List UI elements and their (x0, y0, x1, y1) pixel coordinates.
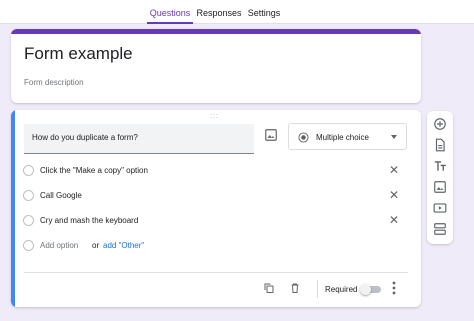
add-option-button[interactable]: Add option (40, 241, 78, 250)
question-card[interactable]: ::: How do you duplicate a form? Multipl… (11, 110, 421, 307)
add-option-row: Add option or add "Other" (23, 237, 408, 255)
close-icon[interactable]: ✕ (389, 189, 399, 201)
option-item[interactable]: Cry and mash the keyboard ✕ (23, 212, 408, 230)
close-icon[interactable]: ✕ (389, 164, 399, 176)
radio-circle-icon (23, 215, 34, 226)
tab-questions[interactable]: Questions (147, 4, 193, 24)
add-circle-icon[interactable] (433, 117, 447, 131)
or-label: or (92, 241, 100, 250)
required-label: Required (325, 285, 358, 294)
close-icon[interactable]: ✕ (389, 214, 399, 226)
footer-separator (317, 280, 318, 298)
question-type-dropdown[interactable]: Multiple choice (288, 123, 407, 150)
add-title-icon[interactable] (433, 159, 447, 173)
question-type-label: Multiple choice (316, 133, 369, 142)
duplicate-icon[interactable] (263, 282, 275, 294)
import-question-icon[interactable] (433, 138, 447, 152)
accent-band (11, 29, 421, 34)
footer-divider (24, 272, 408, 273)
tab-responses[interactable]: Responses (196, 4, 242, 24)
chevron-down-icon (391, 135, 397, 139)
option-label[interactable]: Call Google (40, 191, 82, 200)
add-image-icon[interactable] (433, 180, 447, 194)
radio-circle-icon (23, 190, 34, 201)
form-header-card: Form example Form description (11, 29, 421, 103)
radio-circle-icon (23, 240, 34, 251)
add-section-icon[interactable] (433, 222, 447, 236)
active-question-indicator (11, 110, 15, 307)
more-vert-icon[interactable] (391, 281, 397, 295)
radio-button-icon (298, 132, 309, 143)
form-description[interactable]: Form description (24, 78, 84, 87)
question-title-text: How do you duplicate a form? (32, 133, 138, 142)
toggle-knob (360, 284, 371, 295)
required-toggle[interactable] (360, 284, 381, 295)
question-title-input[interactable]: How do you duplicate a form? (24, 124, 254, 154)
option-label[interactable]: Click the "Make a copy" option (40, 166, 148, 175)
add-other-link[interactable]: add "Other" (103, 241, 144, 250)
image-icon[interactable] (264, 128, 278, 142)
option-item[interactable]: Click the "Make a copy" option ✕ (23, 162, 408, 180)
floating-toolbar (427, 111, 453, 244)
radio-circle-icon (23, 165, 34, 176)
option-label[interactable]: Cry and mash the keyboard (40, 216, 138, 225)
drag-handle-icon[interactable]: ::: (210, 113, 219, 120)
trash-icon[interactable] (289, 282, 301, 294)
option-item[interactable]: Call Google ✕ (23, 187, 408, 205)
top-tab-bar: Questions Responses Settings (0, 0, 474, 24)
form-title[interactable]: Form example (24, 44, 133, 64)
tab-settings[interactable]: Settings (246, 4, 282, 24)
add-video-icon[interactable] (433, 201, 447, 215)
